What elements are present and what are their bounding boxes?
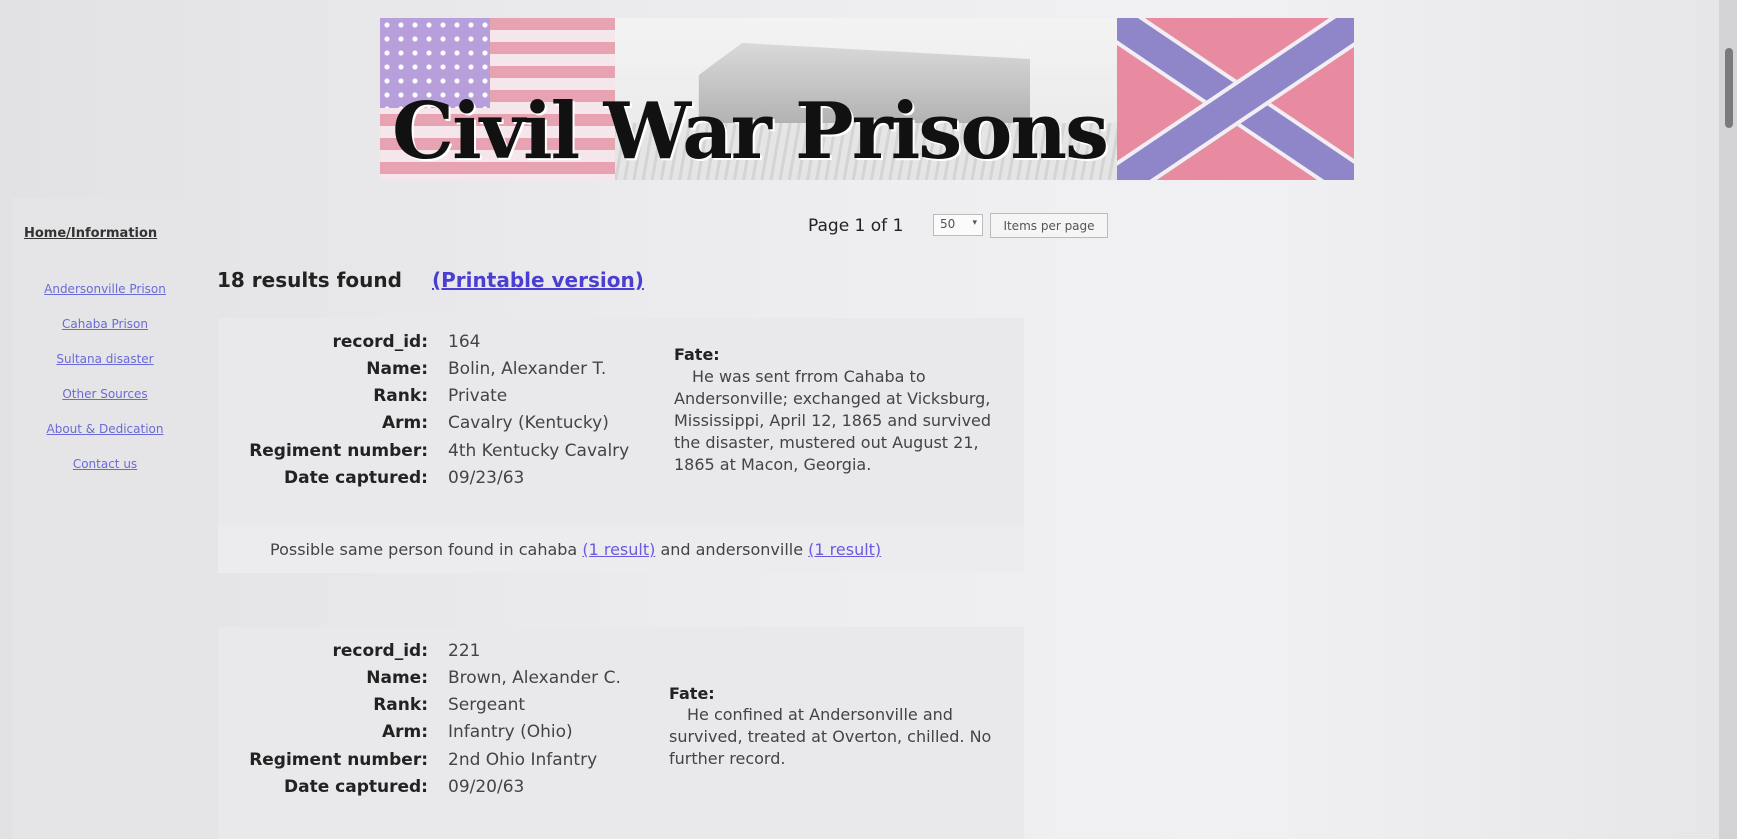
scrollbar-thumb[interactable] (1725, 48, 1733, 128)
date-captured-value: 09/20/63 (448, 777, 525, 797)
arm-value: Infantry (Ohio) (448, 722, 573, 742)
regiment-value: 2nd Ohio Infantry (448, 750, 598, 770)
sidebar-item-contact[interactable]: Contact us (12, 457, 198, 471)
name-value: Brown, Alexander C. (448, 668, 621, 688)
rank-label: Rank: (373, 386, 428, 406)
name-value: Bolin, Alexander T. (448, 359, 607, 379)
rank-label: Rank: (373, 695, 428, 715)
possible-matches-row: Possible same person found in cahaba (1 … (218, 527, 1024, 573)
regiment-label: Regiment number: (249, 750, 428, 770)
rank-value: Sergeant (448, 695, 526, 715)
sidebar: Home/Information Andersonville Prison Ca… (12, 198, 198, 839)
possible-matches-text: Possible same person found in cahaba (1 … (270, 540, 881, 559)
regiment-value: 4th Kentucky Cavalry (448, 441, 630, 461)
arm-value: Cavalry (Kentucky) (448, 413, 609, 433)
record-id-label: record_id: (332, 332, 428, 352)
record-card: record_id: 164 Name: Bolin, Alexander T.… (218, 318, 1024, 573)
cahaba-match-link[interactable]: (1 result) (582, 540, 655, 559)
site-title: Civil War Prisons (392, 86, 1109, 177)
results-count: 18 results found (217, 268, 402, 292)
arm-label: Arm: (381, 413, 428, 433)
dropdown-caret-icon: ▾ (972, 218, 977, 228)
record-id-value: 221 (448, 641, 481, 661)
vertical-scrollbar[interactable] (1719, 0, 1737, 839)
sidebar-home-link[interactable]: Home/Information (24, 226, 198, 241)
fate-label: Fate: (669, 684, 715, 703)
date-captured-label: Date captured: (284, 468, 428, 488)
site-banner: Civil War Prisons (380, 18, 1354, 180)
name-label: Name: (366, 359, 428, 379)
date-captured-label: Date captured: (284, 777, 428, 797)
sidebar-item-cahaba[interactable]: Cahaba Prison (12, 317, 198, 331)
sidebar-item-about[interactable]: About & Dedication (12, 422, 198, 436)
items-per-page-select[interactable]: 50 ▾ (933, 214, 983, 236)
fate-text: He was sent frrom Cahaba to Andersonvill… (674, 367, 992, 474)
items-per-page-value: 50 (940, 217, 956, 231)
record-card: record_id: 221 Name: Brown, Alexander C.… (218, 627, 1024, 839)
record-id-value: 164 (448, 332, 481, 352)
rank-value: Private (448, 386, 508, 406)
sidebar-item-sultana[interactable]: Sultana disaster (12, 352, 198, 366)
andersonville-match-link[interactable]: (1 result) (808, 540, 881, 559)
fate-text: He confined at Andersonville and survive… (669, 705, 992, 768)
arm-label: Arm: (381, 722, 428, 742)
confederate-flag-image (1117, 18, 1354, 180)
page: Civil War Prisons Home/Information Ander… (0, 0, 1737, 839)
record-id-label: record_id: (332, 641, 428, 661)
date-captured-value: 09/23/63 (448, 468, 525, 488)
fate-label: Fate: (674, 345, 720, 364)
possible-matches-prefix: Possible same person found in cahaba (270, 540, 578, 559)
page-indicator: Page 1 of 1 (808, 216, 904, 236)
items-per-page-button[interactable]: Items per page (990, 213, 1108, 238)
printable-version-link[interactable]: (Printable version) (432, 268, 644, 292)
regiment-label: Regiment number: (249, 441, 428, 461)
name-label: Name: (366, 668, 428, 688)
sidebar-item-andersonville[interactable]: Andersonville Prison (12, 282, 198, 296)
possible-matches-middle: and andersonville (660, 540, 804, 559)
sidebar-item-other-sources[interactable]: Other Sources (12, 387, 198, 401)
